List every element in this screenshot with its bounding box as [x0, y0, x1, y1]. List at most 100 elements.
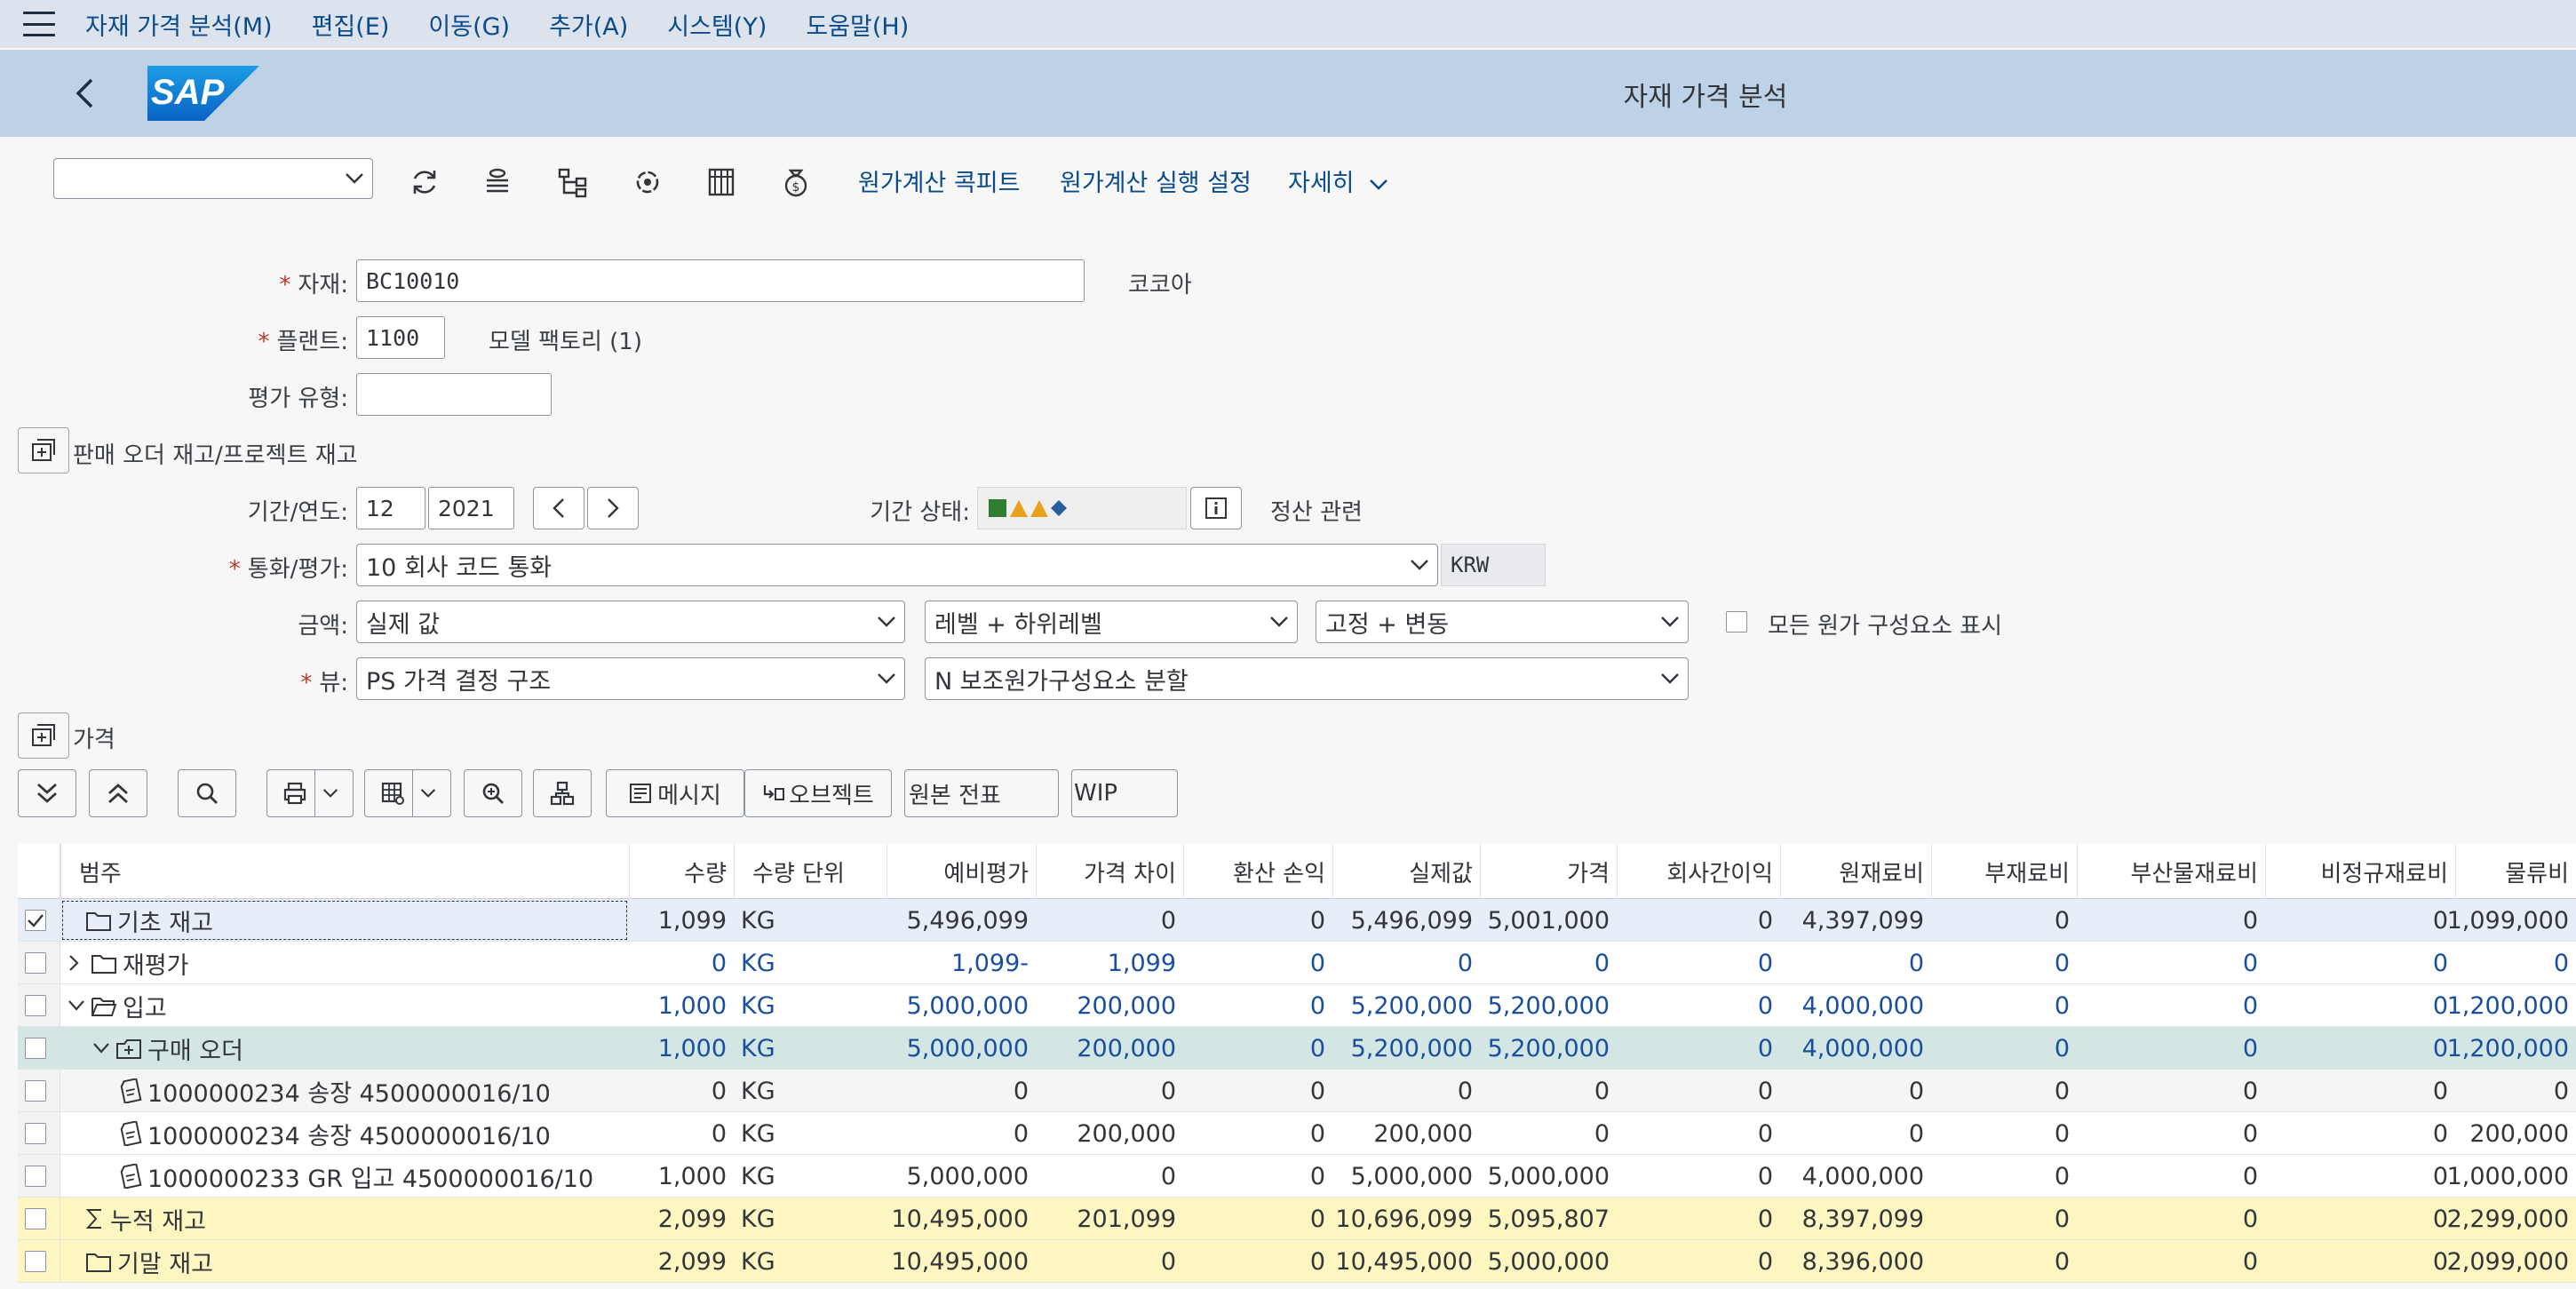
table-row[interactable]: 누적 재고 2,099 KG 10,495,000 201,099 0 10,696,099… — [18, 1197, 2576, 1240]
period-input[interactable]: 12 — [356, 487, 425, 529]
cell-raw-material-cost: 8,397,099 — [1801, 1205, 1924, 1233]
level-select[interactable]: 레벨 + 하위레벨 — [925, 601, 1298, 643]
plant-input[interactable]: 1100 — [356, 316, 445, 359]
amount-select[interactable]: 실제 값 — [356, 601, 905, 643]
chevron-down-icon — [1652, 601, 1688, 642]
cell-price-difference: 201,099 — [1077, 1205, 1176, 1233]
menu-item-help[interactable]: 도움말(H) — [806, 7, 909, 42]
valuation-type-input[interactable] — [356, 373, 552, 416]
chevron-down-icon[interactable] — [68, 999, 89, 1012]
chevron-right-icon[interactable] — [68, 954, 89, 972]
category-label: 1000000234 송장 4500000016/10 — [147, 1079, 551, 1108]
menu-item-edit[interactable]: 편집(E) — [312, 7, 390, 42]
cell-unit: KG — [741, 1205, 775, 1233]
column-header-unit[interactable]: 수량 단위 — [734, 844, 886, 899]
next-period-button[interactable] — [587, 487, 639, 529]
collapse-all-button[interactable] — [89, 769, 147, 817]
column-header-byproduct-material-cost[interactable]: 부산물재료비 — [2077, 844, 2265, 899]
cost-run-settings-button[interactable]: 원가계산 실행 설정 — [1060, 163, 1252, 198]
material-input[interactable]: BC10010 — [356, 259, 1085, 302]
cost-stack-icon[interactable] — [475, 160, 520, 204]
view-select[interactable]: PS 가격 결정 구조 — [356, 657, 905, 700]
calculator-icon[interactable] — [699, 160, 743, 204]
valuation-type-label: 평가 유형: — [248, 386, 348, 412]
table-row[interactable]: 1000000234 송장 4500000016/10 0 KG 0 0 0 0 0 0 0 0 0 0… — [18, 1070, 2576, 1112]
menu-item-extras[interactable]: 추가(A) — [549, 7, 628, 42]
wip-button[interactable]: WIP — [1071, 769, 1178, 817]
year-input[interactable]: 2021 — [428, 487, 514, 529]
object-button[interactable]: 오브젝트 — [744, 769, 892, 817]
menu-icon[interactable] — [23, 12, 55, 36]
cell-actual-value: 5,200,000 — [1350, 991, 1473, 1020]
search-button[interactable] — [178, 769, 236, 817]
column-header-actual-value[interactable]: 실제값 — [1332, 844, 1480, 899]
currency-valuation-select[interactable]: 10 회사 코드 통화 — [356, 544, 1438, 586]
cell-raw-material-cost: 4,000,000 — [1801, 1162, 1924, 1190]
zoom-button[interactable] — [464, 769, 522, 817]
row-select-checkbox[interactable] — [25, 1080, 46, 1102]
money-bag-icon[interactable]: $ — [774, 160, 818, 204]
column-header-auxiliary-material-cost[interactable]: 부재료비 — [1931, 844, 2077, 899]
column-header-intercompany-profit[interactable]: 회사간이익 — [1617, 844, 1780, 899]
view-label: * 뷰: — [300, 670, 348, 696]
print-button[interactable] — [266, 769, 354, 817]
cost-cockpit-button[interactable]: 원가계산 콕피트 — [858, 163, 1020, 198]
price-section-toggle[interactable] — [18, 712, 69, 759]
column-header-exchange-rate-difference[interactable]: 환산 손익 — [1183, 844, 1332, 899]
table-row[interactable]: 기초 재고 1,099 KG 5,496,099 0 0 5,496,099 5,001,00… — [18, 899, 2576, 942]
previous-period-button[interactable] — [533, 487, 584, 529]
table-row[interactable]: 재평가 0 KG 1,099- 1,099 0 0 0 0 0 0 0 0 0 — [18, 942, 2576, 984]
cell-quantity: 2,099 — [657, 1205, 727, 1233]
chevron-down-icon[interactable] — [92, 1042, 114, 1054]
plant-description: 모델 팩토리 (1) — [489, 329, 642, 355]
expand-all-button[interactable] — [18, 769, 76, 817]
messages-button[interactable]: 메시지 — [606, 769, 744, 817]
row-select-checkbox[interactable] — [25, 995, 46, 1016]
table-row[interactable]: 1000000233 GR 입고 4500000016/10 1,000 KG 5,0… — [18, 1155, 2576, 1197]
column-header-preliminary-valuation[interactable]: 예비평가 — [886, 844, 1036, 899]
column-header-category[interactable]: 범주 — [60, 844, 629, 899]
row-select-checkbox[interactable] — [25, 1208, 46, 1229]
fixed-variable-select[interactable]: 고정 + 변동 — [1316, 601, 1689, 643]
row-select-checkbox[interactable] — [25, 1251, 46, 1272]
zoom-icon — [482, 783, 504, 804]
row-select-checkbox[interactable] — [25, 910, 46, 931]
row-select-checkbox[interactable] — [25, 1038, 46, 1059]
cell-irregular-material-cost: 0 — [2432, 949, 2448, 977]
row-select-checkbox[interactable] — [25, 952, 46, 974]
info-button[interactable] — [1190, 487, 1242, 529]
cell-raw-material-cost: 4,397,099 — [1801, 906, 1924, 935]
cell-logistics-cost: 1,099,000 — [2446, 906, 2569, 935]
table-row[interactable]: 구매 오더 1,000 KG 5,000,000 200,000 0 5,200,000 5,… — [18, 1027, 2576, 1070]
row-select-checkbox[interactable] — [25, 1166, 46, 1187]
column-header-price[interactable]: 가격 — [1480, 844, 1617, 899]
menu-item-system[interactable]: 시스템(Y) — [667, 7, 767, 42]
chevron-down-icon — [869, 658, 904, 699]
category-cell: 구매 오더 — [60, 1027, 629, 1070]
show-all-components-checkbox[interactable] — [1726, 611, 1747, 633]
refresh-icon[interactable] — [402, 160, 447, 204]
layout-button[interactable] — [364, 769, 451, 817]
table-row[interactable]: 입고 1,000 KG 5,000,000 200,000 0 5,200,000 5,200… — [18, 984, 2576, 1027]
cell-actual-value: 5,000,000 — [1350, 1162, 1473, 1190]
cost-split-select[interactable]: N 보조원가구성요소 분할 — [925, 657, 1689, 700]
structure-button[interactable] — [533, 769, 592, 817]
settings-refresh-icon[interactable] — [625, 160, 670, 204]
more-button[interactable]: 자세히 — [1288, 163, 1388, 198]
column-header-price-difference[interactable]: 가격 차이 — [1036, 844, 1183, 899]
row-select-checkbox[interactable] — [25, 1123, 46, 1144]
menu-item-material-price-analysis[interactable]: 자재 가격 분석(M) — [85, 7, 273, 42]
sales-order-section-toggle[interactable] — [18, 427, 69, 473]
back-button[interactable] — [64, 73, 105, 114]
original-document-button[interactable]: 원본 전표 — [904, 769, 1059, 817]
hierarchy-icon[interactable] — [551, 160, 595, 204]
column-header-quantity[interactable]: 수량 — [629, 844, 734, 899]
column-header-logistics-cost[interactable]: 물류비 — [2455, 844, 2576, 899]
cell-price: 0 — [1594, 949, 1610, 977]
table-row[interactable]: 1000000234 송장 4500000016/10 0 KG 0 200,000 0 2… — [18, 1112, 2576, 1155]
column-header-raw-material-cost[interactable]: 원재료비 — [1780, 844, 1931, 899]
table-row[interactable]: 기말 재고 2,099 KG 10,495,000 0 0 10,495,000 5,000,… — [18, 1240, 2576, 1283]
command-combo[interactable] — [53, 158, 373, 199]
menu-item-goto[interactable]: 이동(G) — [428, 7, 510, 42]
column-header-irregular-material-cost[interactable]: 비정규재료비 — [2265, 844, 2455, 899]
